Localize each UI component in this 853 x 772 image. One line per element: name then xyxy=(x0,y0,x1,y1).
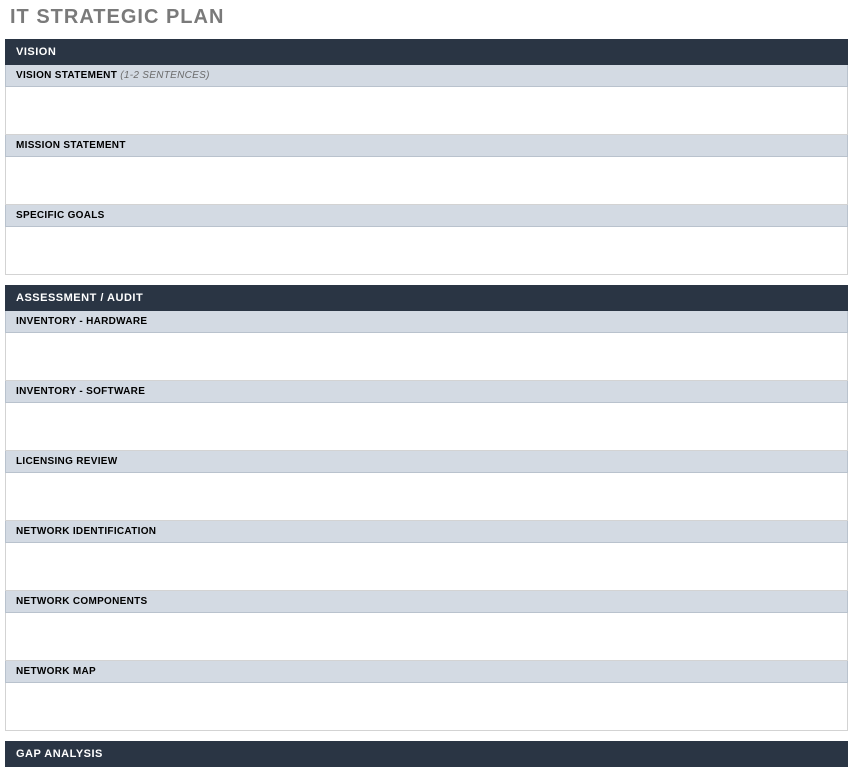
content-inventory-hardware[interactable] xyxy=(5,333,848,381)
subsection-mission-statement: MISSION STATEMENT xyxy=(5,135,848,157)
section-gap xyxy=(5,731,848,741)
content-specific-goals[interactable] xyxy=(5,227,848,275)
content-vision-statement[interactable] xyxy=(5,87,848,135)
subsection-licensing-review: LICENSING REVIEW xyxy=(5,451,848,473)
section-header-vision: VISION xyxy=(5,39,848,65)
subsection-hint: (1-2 SENTENCES) xyxy=(120,70,210,81)
subsection-label: INVENTORY - HARDWARE xyxy=(16,316,147,327)
content-network-identification[interactable] xyxy=(5,543,848,591)
subsection-label: MISSION STATEMENT xyxy=(16,140,126,151)
subsection-label: LICENSING REVIEW xyxy=(16,456,117,467)
content-network-components[interactable] xyxy=(5,613,848,661)
subsection-label: INVENTORY - SOFTWARE xyxy=(16,386,145,397)
page-title: IT STRATEGIC PLAN xyxy=(0,0,853,39)
subsection-label: NETWORK IDENTIFICATION xyxy=(16,526,156,537)
subsection-inventory-hardware: INVENTORY - HARDWARE xyxy=(5,311,848,333)
subsection-network-components: NETWORK COMPONENTS xyxy=(5,591,848,613)
content-mission-statement[interactable] xyxy=(5,157,848,205)
subsection-network-map: NETWORK MAP xyxy=(5,661,848,683)
subsection-vision-statement: VISION STATEMENT (1-2 SENTENCES) xyxy=(5,65,848,87)
section-header-assessment: ASSESSMENT / AUDIT xyxy=(5,285,848,311)
subsection-label: VISION STATEMENT xyxy=(16,70,117,81)
section-gap xyxy=(5,275,848,285)
subsection-label: NETWORK COMPONENTS xyxy=(16,596,148,607)
content-licensing-review[interactable] xyxy=(5,473,848,521)
section-header-gap-analysis: GAP ANALYSIS xyxy=(5,741,848,767)
subsection-label: NETWORK MAP xyxy=(16,666,96,677)
subsection-inventory-software: INVENTORY - SOFTWARE xyxy=(5,381,848,403)
content-network-map[interactable] xyxy=(5,683,848,731)
plan-container: VISION VISION STATEMENT (1-2 SENTENCES) … xyxy=(0,39,853,767)
subsection-specific-goals: SPECIFIC GOALS xyxy=(5,205,848,227)
subsection-label: SPECIFIC GOALS xyxy=(16,210,105,221)
content-inventory-software[interactable] xyxy=(5,403,848,451)
subsection-network-identification: NETWORK IDENTIFICATION xyxy=(5,521,848,543)
